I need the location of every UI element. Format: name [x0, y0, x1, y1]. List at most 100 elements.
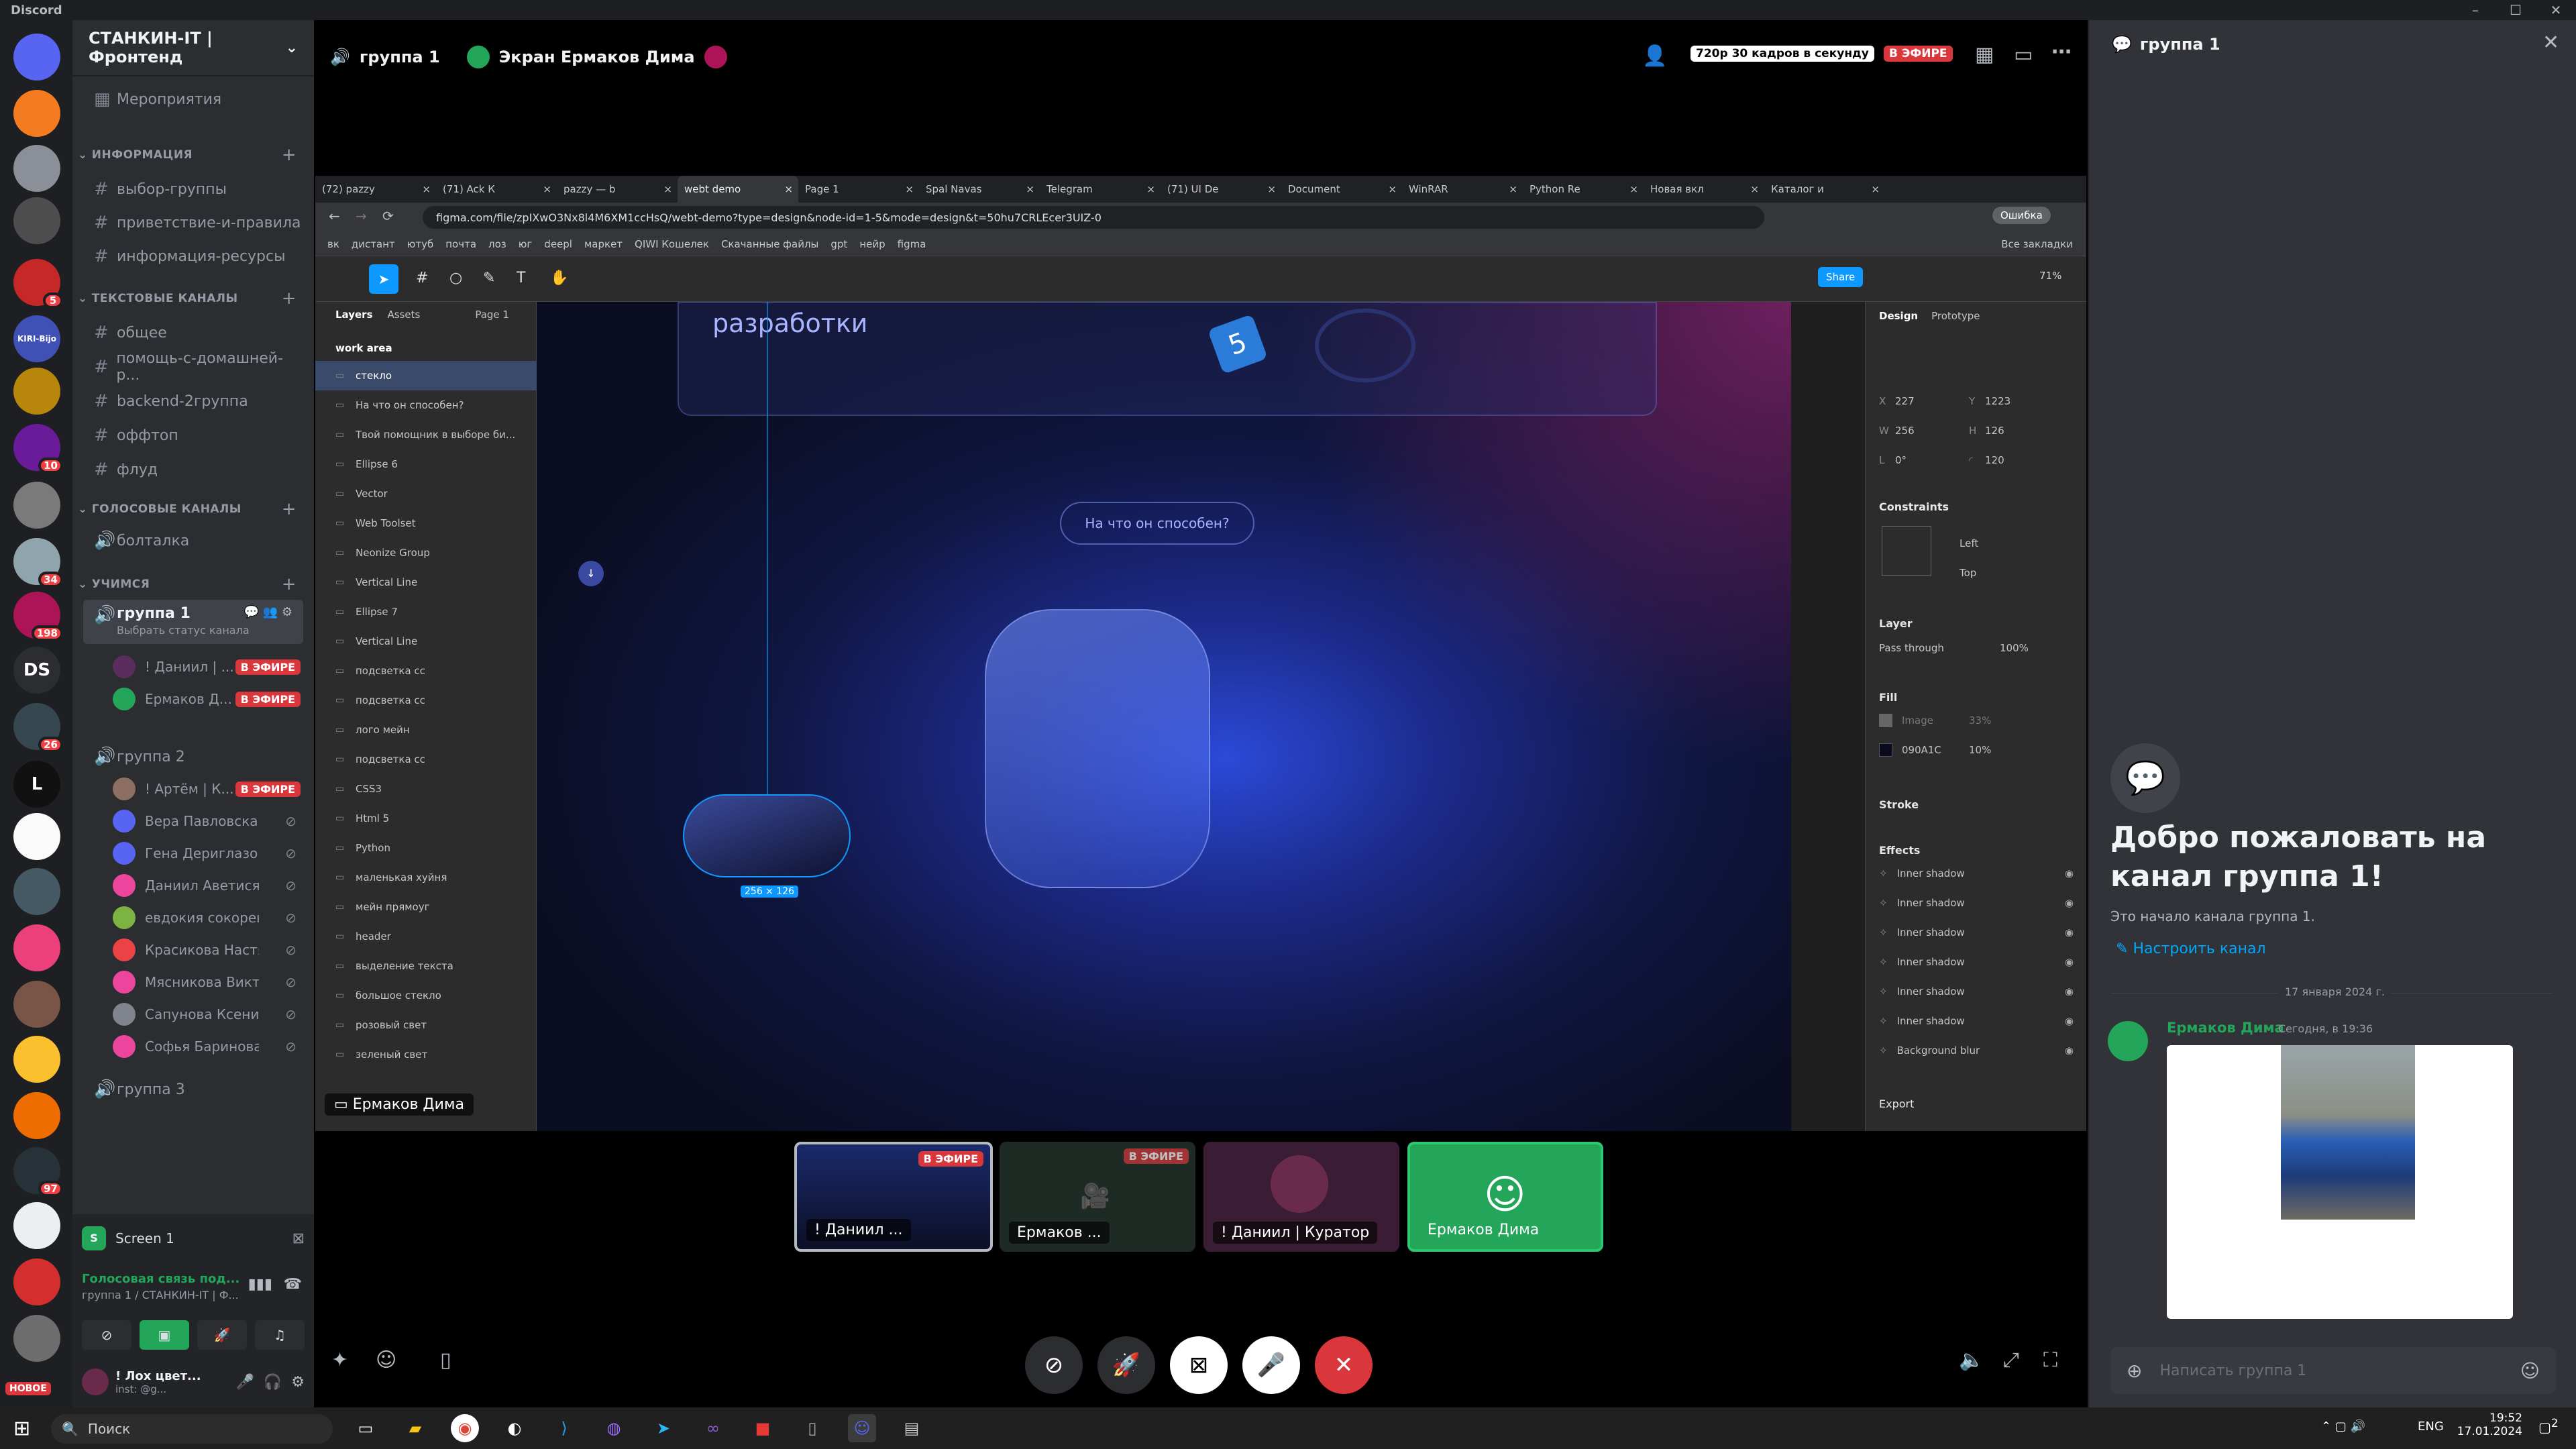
participant-tile-0[interactable]: В ЭФИРЕ ! Даниил ...: [794, 1142, 993, 1252]
back-icon[interactable]: ←: [329, 208, 340, 224]
steam-icon[interactable]: ◐: [500, 1414, 529, 1442]
browser-tab[interactable]: Новая вкл ×: [1644, 176, 1764, 203]
close-window-icon[interactable]: ✕: [2536, 0, 2576, 20]
headphones-icon[interactable]: 🎧: [264, 1374, 282, 1391]
layer-item[interactable]: ▭ Python: [315, 833, 537, 863]
bookmark-item[interactable]: лоз: [488, 238, 506, 250]
effect-item[interactable]: ✧ Inner shadow ◉: [1879, 950, 2074, 974]
tray-icons[interactable]: ⌃ ▢ 🔊: [2321, 1419, 2365, 1434]
server-icon[interactable]: 198: [13, 592, 63, 641]
constraint-horizontal[interactable]: Left: [1960, 531, 1978, 555]
reload-icon[interactable]: ⟳: [382, 208, 394, 224]
server-icon[interactable]: L: [13, 761, 60, 808]
server-icon[interactable]: [13, 90, 60, 137]
events-item[interactable]: ▦ Мероприятия: [83, 83, 303, 115]
bookmark-item[interactable]: дистант: [352, 238, 395, 250]
voice-user[interactable]: Мясникова Виктор...⊘: [113, 967, 307, 997]
voice-connection-status[interactable]: Голосовая связь под... группа 1 / СТАНКИ…: [82, 1272, 305, 1312]
language-indicator[interactable]: ENG: [2418, 1419, 2444, 1434]
layer-item[interactable]: ▭ Html 5: [315, 804, 537, 833]
layer-item[interactable]: ▭ подсветка сс: [315, 745, 537, 774]
text-channel[interactable]: # приветствие-и-правила: [83, 207, 303, 239]
pen-tool-icon[interactable]: ✎: [483, 270, 495, 286]
camera-toggle[interactable]: ⊘: [1025, 1336, 1083, 1394]
fullscreen-icon[interactable]: ⛶: [2043, 1348, 2057, 1372]
server-icon[interactable]: [13, 981, 60, 1028]
server-icon[interactable]: 97: [13, 1147, 63, 1197]
bookmark-item[interactable]: нейр: [859, 238, 885, 250]
browser-tab[interactable]: webt demo ×: [678, 176, 798, 203]
voice-channel-group3[interactable]: 🔊 группа 3: [83, 1073, 303, 1106]
layer-item[interactable]: ▭ маленькая хуйня: [315, 863, 537, 892]
server-icon[interactable]: [13, 1315, 60, 1362]
layer-item[interactable]: ▭ Web Toolset: [315, 508, 537, 538]
maximize-icon[interactable]: ☐: [2496, 0, 2536, 20]
server-icon[interactable]: 26: [13, 703, 63, 753]
layer-item[interactable]: ▭ зеленый свет: [315, 1040, 537, 1069]
blend-mode[interactable]: Pass through: [1879, 642, 2000, 654]
server-icon[interactable]: [13, 868, 60, 915]
layer-item[interactable]: ▭ Vector: [315, 479, 537, 508]
browser-tab[interactable]: (71) Ack К ×: [436, 176, 557, 203]
hand-tool-icon[interactable]: ✋: [550, 270, 568, 286]
page-selector[interactable]: Page 1: [475, 309, 509, 321]
taskbar-search[interactable]: 🔍 Поиск: [51, 1414, 333, 1444]
effect-item[interactable]: ✧ Inner shadow ◉: [1879, 1009, 2074, 1033]
add-channel-icon[interactable]: +: [282, 288, 297, 309]
text-channel[interactable]: # помощь-с-домашней-р...: [83, 350, 303, 384]
server-icon[interactable]: [13, 145, 60, 192]
vscode-icon[interactable]: ⟩: [550, 1414, 578, 1442]
app-icon[interactable]: ▤: [898, 1414, 926, 1442]
forward-icon[interactable]: →: [356, 208, 367, 224]
w-value[interactable]: 256: [1895, 425, 1969, 437]
screen-share-icon[interactable]: ▣: [140, 1320, 189, 1350]
screen-share-panel[interactable]: S Screen 1 ⊠: [82, 1224, 305, 1253]
voice-channel-group1[interactable]: 🔊 группа 1 Выбрать статус канала 💬 👥 ⚙: [83, 600, 303, 644]
server-icon[interactable]: [13, 1258, 60, 1305]
visibility-icon[interactable]: ◉: [2065, 985, 2074, 998]
grid-icon[interactable]: ▦: [1975, 43, 1994, 66]
close-tab-icon[interactable]: ×: [422, 183, 431, 195]
add-channel-icon[interactable]: +: [282, 145, 297, 165]
layer-item[interactable]: ▭ Твой помощник в выборе би...: [315, 420, 537, 449]
stop-share-icon[interactable]: ⊠: [292, 1230, 305, 1247]
close-tab-icon[interactable]: ×: [663, 183, 672, 195]
emoji-icon[interactable]: ☺: [376, 1348, 396, 1372]
effect-item[interactable]: ✧ Inner shadow ◉: [1879, 861, 2074, 885]
category-study[interactable]: ⌄ УЧИМСЯ +: [78, 574, 309, 594]
voice-channel-group2[interactable]: 🔊 группа 2: [83, 741, 303, 773]
browser-tab[interactable]: Каталог и ×: [1764, 176, 1885, 203]
visibility-icon[interactable]: ◉: [2065, 897, 2074, 909]
zoom-level[interactable]: 71%: [2039, 270, 2061, 282]
message-author[interactable]: Ермаков Дима: [2167, 1020, 2284, 1036]
browser-tab[interactable]: Python Re ×: [1523, 176, 1644, 203]
server-icon[interactable]: DS: [13, 647, 60, 694]
disconnect-button[interactable]: ✕: [1315, 1336, 1373, 1394]
server-icon[interactable]: [13, 924, 60, 971]
bookmark-item[interactable]: вк: [327, 238, 339, 250]
voice-user[interactable]: ! Даниил | ... В ЭФИРЕ: [113, 652, 307, 682]
add-friend-icon[interactable]: 👤: [1642, 44, 1667, 68]
microphone-icon[interactable]: 🎤: [235, 1374, 254, 1391]
close-tab-icon[interactable]: ×: [905, 183, 914, 195]
text-channel[interactable]: # выбор-группы: [83, 173, 303, 205]
voice-user[interactable]: Ермаков Д... В ЭФИРЕ: [113, 684, 307, 714]
voice-user[interactable]: Даниил Аветисян ⊘: [113, 871, 307, 900]
server-icon[interactable]: [13, 1202, 60, 1249]
notification-icon[interactable]: ▢2: [2538, 1417, 2559, 1436]
message-input[interactable]: ⊕ Написать группа 1 ☺: [2110, 1347, 2556, 1394]
bookmark-item[interactable]: юг: [519, 238, 533, 250]
server-icon[interactable]: [13, 197, 60, 244]
server-icon[interactable]: 10: [13, 424, 63, 474]
layer-item[interactable]: ▭ CSS3: [315, 774, 537, 804]
voice-user[interactable]: ! Артём | К... В ЭФИРЕ: [113, 774, 307, 804]
close-tab-icon[interactable]: ×: [1146, 183, 1155, 195]
rotation-value[interactable]: 0°: [1895, 454, 1969, 466]
layer-item[interactable]: ▭ подсветка сс: [315, 656, 537, 686]
gear-icon[interactable]: ⚙: [291, 1374, 305, 1391]
effect-item[interactable]: ✧ Inner shadow ◉: [1879, 920, 2074, 945]
bookmark-item[interactable]: ютуб: [407, 238, 434, 250]
configure-channel-link[interactable]: ✎ Настроить канал: [2116, 941, 2266, 957]
layer-item[interactable]: ▭ выделение текста: [315, 951, 537, 981]
chrome-icon[interactable]: ◉: [451, 1414, 479, 1442]
